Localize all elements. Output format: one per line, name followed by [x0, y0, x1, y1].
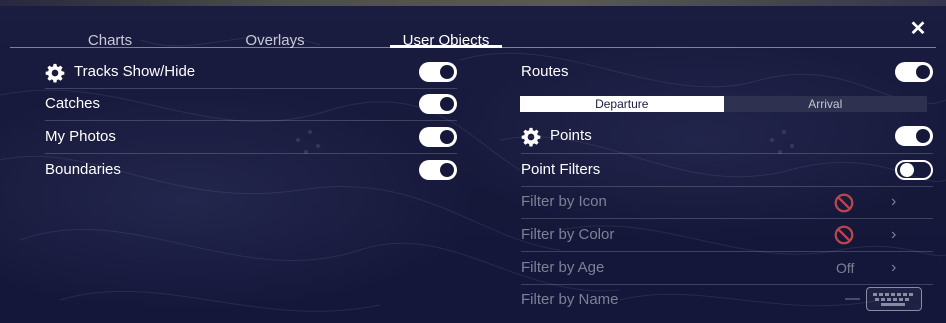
- tracks-toggle[interactable]: [419, 62, 457, 82]
- filter-by-color-label: Filter by Color: [521, 226, 615, 243]
- filter-by-name-value: —: [845, 290, 860, 307]
- my-photos-label: My Photos: [45, 128, 116, 145]
- my-photos-toggle[interactable]: [419, 127, 457, 147]
- row-filter-by-color[interactable]: Filter by Color: [521, 219, 933, 251]
- row-points[interactable]: Points: [521, 120, 933, 152]
- departure-option[interactable]: Departure: [520, 96, 724, 112]
- chevron-right-icon[interactable]: ›: [891, 227, 901, 243]
- top-edge-strip: [0, 0, 946, 6]
- user-objects-panel: Charts Overlays User Objects ✕ Tracks Sh…: [0, 0, 946, 323]
- keyboard-icon[interactable]: [866, 287, 922, 311]
- catches-label: Catches: [45, 95, 101, 112]
- row-my-photos[interactable]: My Photos: [45, 121, 457, 153]
- point-filters-label: Point Filters: [521, 161, 601, 178]
- tab-charts[interactable]: Charts: [60, 32, 160, 54]
- tracks-show-hide-label: Tracks Show/Hide: [74, 63, 196, 80]
- catches-toggle[interactable]: [419, 94, 457, 114]
- row-routes[interactable]: Routes: [521, 56, 933, 88]
- no-symbol-icon: [834, 225, 854, 245]
- routes-toggle[interactable]: [895, 62, 933, 82]
- routes-label: Routes: [521, 63, 569, 80]
- boundaries-toggle[interactable]: [419, 160, 457, 180]
- points-toggle[interactable]: [895, 126, 933, 146]
- chevron-right-icon[interactable]: ›: [891, 194, 901, 210]
- route-direction-selector: Departure Arrival: [520, 96, 927, 112]
- filter-by-age-value: Off: [836, 260, 855, 276]
- no-symbol-icon: [834, 193, 854, 213]
- filter-by-age-label: Filter by Age: [521, 259, 605, 276]
- tab-user-objects[interactable]: User Objects: [390, 32, 502, 54]
- row-catches[interactable]: Catches: [45, 88, 457, 120]
- filter-by-icon-label: Filter by Icon: [521, 193, 607, 210]
- row-filter-by-icon[interactable]: Filter by Icon: [521, 186, 933, 218]
- points-label: Points: [550, 127, 592, 144]
- gear-icon[interactable]: [521, 127, 541, 147]
- row-tracks-show-hide[interactable]: Tracks Show/Hide: [45, 56, 457, 88]
- row-boundaries[interactable]: Boundaries: [45, 154, 457, 186]
- keyboard-keys: [873, 293, 913, 306]
- filter-by-name-label: Filter by Name: [521, 291, 619, 308]
- boundaries-label: Boundaries: [45, 161, 121, 178]
- tab-overlays[interactable]: Overlays: [225, 32, 325, 54]
- tab-bar: Charts Overlays User Objects: [0, 12, 946, 49]
- active-tab-indicator: [390, 45, 502, 48]
- row-filter-by-age[interactable]: Filter by Age: [521, 252, 933, 284]
- close-button[interactable]: ✕: [904, 16, 932, 42]
- point-filters-toggle[interactable]: [895, 160, 933, 180]
- row-point-filters[interactable]: Point Filters: [521, 154, 933, 186]
- arrival-option[interactable]: Arrival: [723, 96, 927, 112]
- chevron-right-icon[interactable]: ›: [891, 260, 901, 276]
- close-icon: ✕: [909, 18, 927, 40]
- gear-icon[interactable]: [45, 63, 65, 83]
